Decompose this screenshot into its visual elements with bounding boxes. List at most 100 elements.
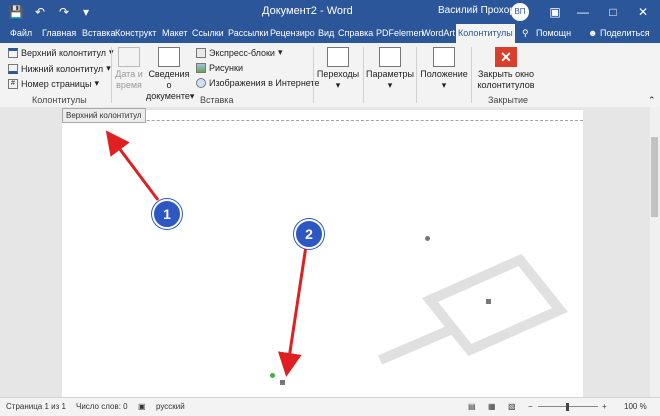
tell-me-input[interactable]: Помощн xyxy=(534,24,573,43)
page-number-dropdown[interactable]: # Номер страницы ▾ xyxy=(8,78,99,89)
navigation-button[interactable]: Переходы ▾ xyxy=(316,47,360,91)
header-dropdown[interactable]: Верхний колонтитул ▾ xyxy=(8,47,114,58)
tab-pdfelement[interactable]: PDFelemen xyxy=(374,24,426,43)
zoom-slider-thumb[interactable] xyxy=(566,403,569,411)
group-label-header-footer: Колонтитулы xyxy=(32,95,87,105)
print-layout-icon[interactable]: ▦ xyxy=(488,402,496,411)
resize-handle[interactable] xyxy=(280,380,285,385)
pictures-icon xyxy=(196,63,206,73)
undo-icon[interactable]: ↶ xyxy=(32,4,48,20)
quick-parts-dropdown[interactable]: Экспресс-блоки ▾ xyxy=(196,47,283,58)
group-label-close: Закрытие xyxy=(488,95,529,105)
read-mode-icon[interactable]: ▤ xyxy=(468,402,476,411)
ribbon-tabs: Файл Главная Вставка Конструкт Макет Ссы… xyxy=(0,24,660,43)
redo-icon[interactable]: ↷ xyxy=(56,4,72,20)
date-time-button[interactable]: Дата и время xyxy=(114,47,144,91)
maximize-icon[interactable]: □ xyxy=(598,0,628,24)
tell-me-icon[interactable]: ⚲ xyxy=(520,24,531,43)
document-page[interactable] xyxy=(62,110,583,400)
page-number-icon: # xyxy=(8,78,18,89)
customize-qat-icon[interactable]: ▾ xyxy=(78,4,94,20)
zoom-in-icon[interactable]: + xyxy=(602,402,607,411)
share-icon: ☻ xyxy=(588,28,600,38)
word-count[interactable]: Число слов: 0 xyxy=(76,402,128,411)
tab-references[interactable]: Ссылки xyxy=(190,24,226,43)
document-workspace xyxy=(0,107,660,400)
date-time-label-1: Дата и xyxy=(115,69,143,79)
online-pictures-button[interactable]: Изображения в Интернете xyxy=(196,78,320,88)
collapse-ribbon-icon[interactable]: ⌃ xyxy=(648,95,656,106)
document-title: Документ2 - Word xyxy=(262,5,353,17)
scrollbar-thumb[interactable] xyxy=(651,137,658,217)
options-label: Параметры xyxy=(366,69,414,79)
document-info-icon xyxy=(158,47,180,67)
tab-review[interactable]: Рецензиро xyxy=(268,24,317,43)
tab-layout[interactable]: Макет xyxy=(160,24,189,43)
group-separator xyxy=(363,47,364,103)
close-header-footer-icon: ✕ xyxy=(495,47,517,67)
tab-view[interactable]: Вид xyxy=(316,24,336,43)
ribbon-display-options-icon[interactable]: ▣ xyxy=(540,0,570,24)
ribbon: Верхний колонтитул ▾ Нижний колонтитул ▾… xyxy=(0,43,660,108)
page-count[interactable]: Страница 1 из 1 xyxy=(6,402,66,411)
chevron-down-icon: ▾ xyxy=(277,47,283,57)
options-icon xyxy=(379,47,401,67)
avatar[interactable]: ВП xyxy=(511,3,529,21)
tab-wordart[interactable]: WordArt xyxy=(420,24,457,43)
zoom-out-icon[interactable]: − xyxy=(528,402,533,411)
chevron-down-icon: ▾ xyxy=(94,78,99,88)
tab-home[interactable]: Главная xyxy=(40,24,78,43)
online-pictures-label: Изображения в Интернете xyxy=(209,78,320,88)
chevron-down-icon: ▾ xyxy=(335,80,341,90)
chevron-down-icon: ▾ xyxy=(387,80,393,90)
rotation-handle[interactable] xyxy=(425,236,430,241)
navigation-icon xyxy=(327,47,349,67)
rotation-handle-green[interactable] xyxy=(270,373,275,378)
group-label-insert: Вставка xyxy=(200,95,234,105)
tab-design[interactable]: Конструкт xyxy=(113,24,158,43)
tab-mailings[interactable]: Рассылки xyxy=(226,24,270,43)
footer-dropdown[interactable]: Нижний колонтитул ▾ xyxy=(8,63,111,74)
close-icon[interactable]: ✕ xyxy=(628,0,658,24)
resize-handle[interactable] xyxy=(486,299,491,304)
annotation-badge-2: 2 xyxy=(294,219,324,249)
pictures-label: Рисунки xyxy=(209,63,243,73)
document-info-button[interactable]: Сведения о документе▾ xyxy=(146,47,195,102)
pictures-button[interactable]: Рисунки xyxy=(196,63,243,73)
vertical-scrollbar[interactable] xyxy=(650,107,660,397)
zoom-level[interactable]: 100 % xyxy=(624,402,647,411)
chevron-down-icon: ▾ xyxy=(189,91,195,101)
annotation-badge-1: 1 xyxy=(152,199,182,229)
page-number-label: Номер страницы xyxy=(21,78,92,89)
close-header-footer-label-1: Закрыть окно xyxy=(477,69,535,79)
quick-parts-label: Экспресс-блоки xyxy=(209,47,275,58)
language[interactable]: русский xyxy=(156,402,185,411)
header-icon xyxy=(8,47,18,58)
minimize-icon[interactable]: — xyxy=(568,0,598,24)
navigation-label: Переходы xyxy=(316,69,360,79)
close-header-footer-button[interactable]: ✕ Закрыть окно колонтитулов xyxy=(474,47,538,91)
web-layout-icon[interactable]: ▧ xyxy=(508,402,516,411)
title-bar: 💾 ↶ ↷ ▾ Документ2 - Word Василий Прохоро… xyxy=(0,0,660,24)
group-separator xyxy=(313,47,314,103)
options-button[interactable]: Параметры ▾ xyxy=(366,47,414,91)
share-button[interactable]: ☻ Поделиться xyxy=(586,24,652,43)
tab-header-footer[interactable]: Колонтитулы xyxy=(456,24,515,43)
footer-label: Нижний колонтитул xyxy=(21,63,104,74)
quick-parts-icon xyxy=(196,47,206,58)
save-icon[interactable]: 💾 xyxy=(8,4,24,20)
share-label: Поделиться xyxy=(599,28,650,38)
tab-file[interactable]: Файл xyxy=(8,24,34,43)
header-label: Верхний колонтитул xyxy=(21,47,107,58)
calendar-icon xyxy=(118,47,140,67)
tab-insert[interactable]: Вставка xyxy=(80,24,117,43)
group-separator xyxy=(471,47,472,103)
proofing-icon[interactable]: ▣ xyxy=(138,402,146,411)
header-tag: Верхний колонтитул xyxy=(62,108,146,123)
position-button[interactable]: Положение ▾ xyxy=(420,47,468,91)
group-separator xyxy=(111,47,112,103)
tab-help[interactable]: Справка xyxy=(336,24,375,43)
document-info-label-1: Сведения о xyxy=(148,69,190,90)
group-separator xyxy=(416,47,417,103)
globe-icon xyxy=(196,78,206,88)
